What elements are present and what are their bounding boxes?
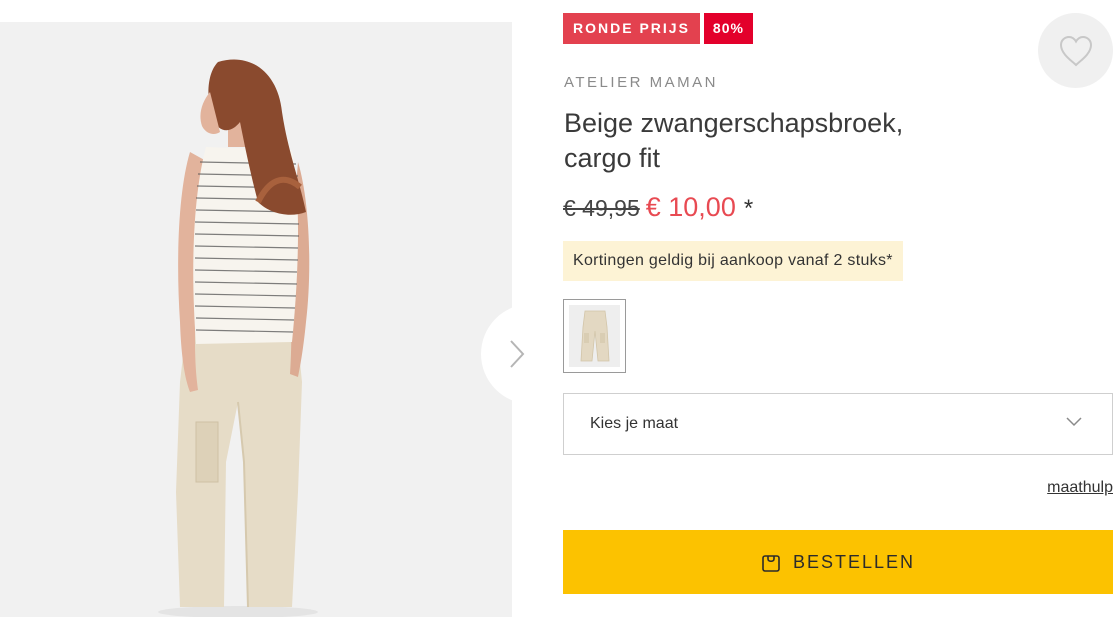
price-footnote-mark: *	[743, 195, 754, 222]
round-price-badge: RONDE PRIJS	[563, 13, 700, 44]
price-block: € 49,95 € 10,00 *	[563, 192, 753, 223]
size-help-link[interactable]: maathulp	[1047, 479, 1113, 497]
swatch-thumbnail	[569, 305, 620, 367]
original-price: € 49,95	[563, 195, 640, 221]
shopping-bag-icon	[762, 555, 780, 572]
favorite-button[interactable]	[1038, 13, 1113, 88]
discount-notice: Kortingen geldig bij aankoop vanaf 2 stu…	[563, 241, 903, 281]
badge-group: RONDE PRIJS 80%	[563, 13, 753, 44]
heart-icon	[1059, 35, 1093, 67]
chevron-right-icon	[510, 340, 525, 368]
product-title: Beige zwangerschapsbroek, cargo fit	[564, 106, 984, 176]
product-brand: ATELIER MAMAN	[564, 74, 718, 91]
chevron-down-icon	[1066, 417, 1082, 427]
product-page: RONDE PRIJS 80% ATELIER MAMAN Beige zwan…	[0, 0, 1118, 617]
color-swatch-beige[interactable]	[563, 299, 626, 373]
order-button-label: BESTELLEN	[792, 551, 916, 572]
size-select[interactable]: Kies je maat	[563, 393, 1113, 455]
product-title-line-1: Beige zwangerschapsbroek,	[564, 108, 904, 138]
size-select-label: Kies je maat	[590, 415, 679, 432]
product-image-gallery	[0, 22, 512, 617]
sale-price: € 10,00	[645, 192, 736, 222]
order-button[interactable]: BESTELLEN	[563, 530, 1113, 594]
discount-badge: 80%	[703, 13, 753, 44]
product-photo	[0, 22, 512, 617]
product-title-line-2: cargo fit	[564, 143, 661, 173]
